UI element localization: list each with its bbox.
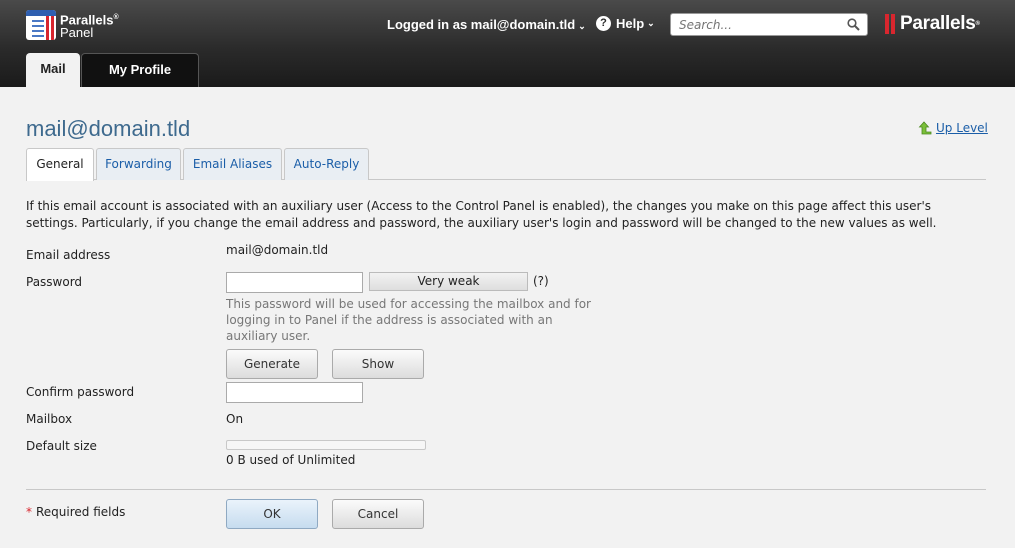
parallels-bars-icon: [885, 14, 897, 34]
login-menu[interactable]: Logged in as mail@domain.tld ⌄: [387, 17, 586, 32]
content-tabs: General Forwarding Email Aliases Auto-Re…: [26, 148, 986, 181]
show-button[interactable]: Show: [332, 349, 424, 379]
tab-general[interactable]: General: [26, 148, 94, 181]
mailbox-value: On: [226, 412, 244, 426]
required-fields-note: * Required fields: [26, 505, 125, 519]
password-hint: This password will be used for accessing…: [226, 297, 591, 343]
panel-logo-icon: [26, 10, 56, 40]
top-tabs: Mail My Profile: [26, 53, 200, 87]
auxiliary-user-notice: If this email account is associated with…: [26, 199, 937, 230]
panel-logo[interactable]: Parallels® Panel: [26, 10, 119, 40]
default-size-label: Default size: [26, 439, 97, 453]
chevron-down-icon: ⌄: [578, 21, 586, 31]
search-input[interactable]: [671, 14, 841, 35]
tab-email-aliases[interactable]: Email Aliases: [183, 148, 282, 180]
password-input[interactable]: [226, 272, 363, 293]
top-header: Parallels® Panel Logged in as mail@domai…: [0, 0, 1015, 87]
email-address-label: Email address: [26, 248, 111, 262]
panel-logo-text: Parallels® Panel: [60, 12, 119, 41]
parallels-brand-logo: Parallels ®: [885, 13, 980, 35]
email-address-value: mail@domain.tld: [226, 243, 329, 257]
strength-help-link[interactable]: (?): [533, 274, 549, 288]
top-tab-my-profile[interactable]: My Profile: [81, 53, 199, 87]
password-label: Password: [26, 275, 83, 289]
up-arrow-icon: [918, 121, 932, 135]
cancel-button[interactable]: Cancel: [332, 499, 424, 529]
help-menu[interactable]: ? Help ⌄: [596, 16, 655, 31]
confirm-password-label: Confirm password: [26, 385, 135, 399]
ok-button[interactable]: OK: [226, 499, 318, 529]
tab-forwarding[interactable]: Forwarding: [96, 148, 181, 180]
mailbox-label: Mailbox: [26, 412, 73, 426]
help-icon: ?: [596, 16, 611, 31]
page-title: mail@domain.tld: [26, 116, 191, 141]
search-icon[interactable]: [847, 18, 860, 31]
mailbox-usage-text: 0 B used of Unlimited: [226, 453, 356, 467]
login-prefix: Logged in as: [387, 17, 468, 32]
password-strength-meter: Very weak: [369, 272, 528, 291]
tab-auto-reply[interactable]: Auto-Reply: [284, 148, 369, 180]
confirm-password-input[interactable]: [226, 382, 363, 403]
mailbox-usage-bar: [226, 440, 426, 450]
up-level-link[interactable]: Up Level: [918, 121, 988, 135]
required-star: *: [26, 505, 32, 519]
form-divider: [26, 489, 986, 490]
help-label: Help: [616, 16, 645, 31]
top-tab-mail[interactable]: Mail: [26, 53, 80, 87]
search-box: [670, 13, 868, 36]
required-fields-label: Required fields: [36, 505, 126, 519]
login-user: mail@domain.tld: [470, 17, 576, 32]
chevron-down-icon: ⌄: [647, 18, 655, 28]
generate-button[interactable]: Generate: [226, 349, 318, 379]
